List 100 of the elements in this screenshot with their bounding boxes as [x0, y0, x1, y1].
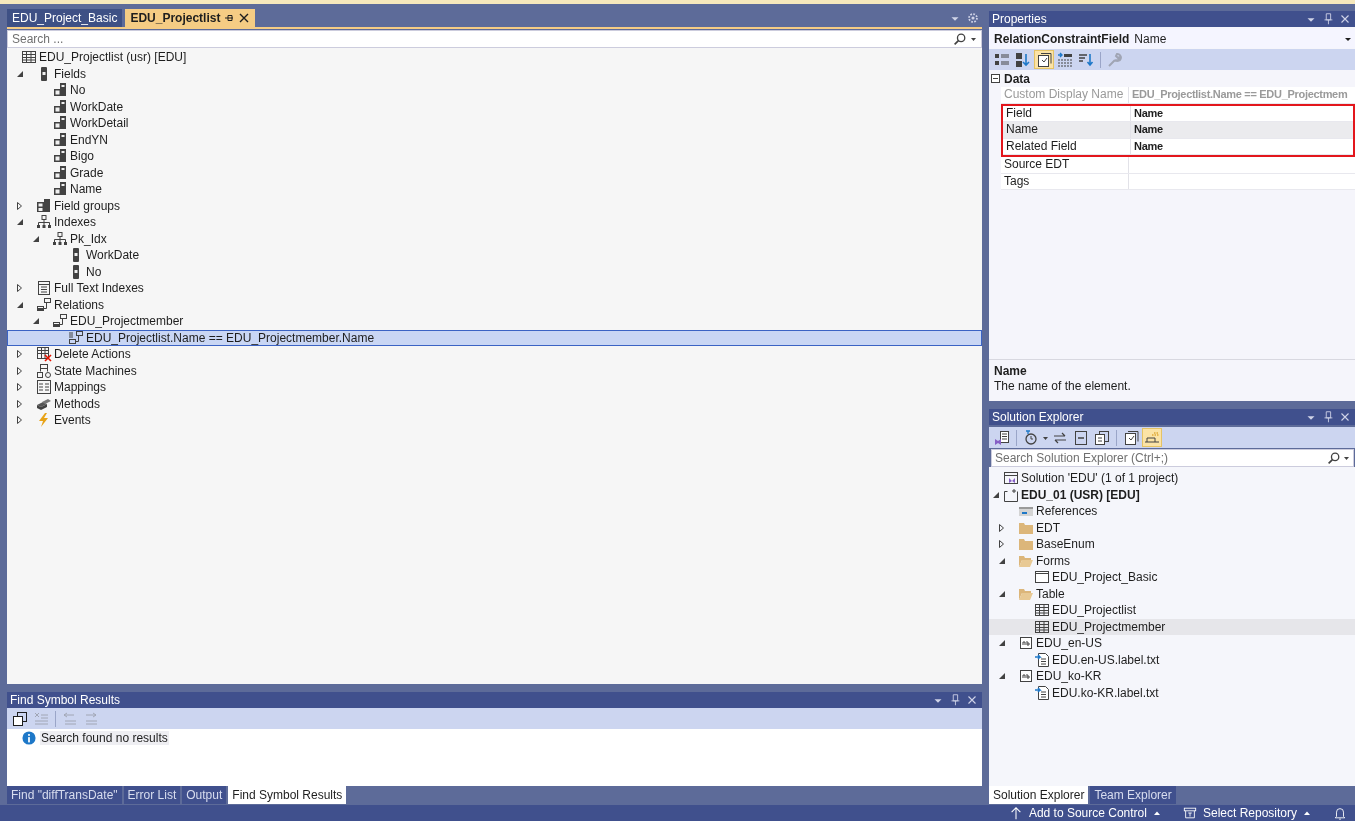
panel-tab[interactable]: Find "diffTransDate"	[7, 786, 122, 804]
panel-tab[interactable]: Team Explorer	[1090, 786, 1176, 804]
tree-item[interactable]: EDU_Projectmember	[989, 618, 1355, 635]
tree-item[interactable]: Methods	[7, 395, 982, 412]
table-icon	[1034, 618, 1050, 635]
search-input[interactable]: Search ...	[12, 32, 949, 46]
tree-item[interactable]: Fields	[7, 65, 982, 82]
tree-item[interactable]: Forms	[989, 552, 1355, 569]
tree-item[interactable]: EDU_en-US	[989, 635, 1355, 652]
tree-item[interactable]: No	[7, 82, 982, 99]
property-value[interactable]: Name	[1131, 122, 1353, 138]
search-field[interactable]: Search ...	[7, 30, 982, 48]
expander-icon[interactable]	[997, 522, 1006, 533]
pin-icon[interactable]	[224, 12, 235, 24]
tree-item[interactable]: EDU.en-US.label.txt	[989, 651, 1355, 668]
expander-icon[interactable]	[15, 283, 24, 294]
tree-item[interactable]: Indexes	[7, 214, 982, 231]
description-title: Name	[994, 364, 1028, 379]
tree-item[interactable]: Full Text Indexes	[7, 280, 982, 297]
document-tab[interactable]: EDU_Projectlist	[125, 9, 256, 27]
tree-item[interactable]: Solution 'EDU' (1 of 1 project)	[989, 470, 1355, 487]
search-icon[interactable]	[1327, 451, 1340, 465]
tree-item[interactable]: EDU_Projectlist.Name == EDU_Projectmember.Name	[7, 329, 982, 346]
expander-icon[interactable]	[31, 316, 40, 327]
expander-icon[interactable]	[15, 398, 24, 409]
property-name: Field	[1003, 105, 1131, 121]
tree-item[interactable]: References	[989, 503, 1355, 520]
tree-item[interactable]: Table	[989, 585, 1355, 602]
field-icon	[52, 82, 68, 99]
expander-icon[interactable]	[15, 200, 24, 211]
expander-icon[interactable]	[15, 217, 24, 228]
tree-item[interactable]: WorkDate	[7, 247, 982, 264]
toolbar-button[interactable]	[1034, 50, 1054, 69]
tree-item[interactable]: EDU.ko-KR.label.txt	[989, 684, 1355, 701]
tree-item[interactable]: Grade	[7, 164, 982, 181]
tree-item[interactable]: EDT	[989, 519, 1355, 536]
close-icon[interactable]	[238, 12, 251, 24]
tree-item[interactable]: No	[7, 263, 982, 280]
tree-item[interactable]: WorkDate	[7, 98, 982, 115]
property-value[interactable]: Name	[1131, 138, 1353, 154]
tree-item[interactable]: Pk_Idx	[7, 230, 982, 247]
panel-tab[interactable]: Error List	[123, 786, 181, 804]
toolbar-button[interactable]	[1092, 428, 1112, 447]
tree-item[interactable]: EDU_Projectmember	[7, 313, 982, 330]
tree-item[interactable]: EDU_ko-KR	[989, 668, 1355, 685]
document-tab[interactable]: EDU_Project_Basic	[7, 9, 123, 27]
toolbar-button[interactable]	[1055, 50, 1075, 69]
expander-icon[interactable]	[997, 638, 1006, 649]
tree-item[interactable]: EDU_Projectlist	[989, 602, 1355, 619]
tree-item[interactable]: EndYN	[7, 131, 982, 148]
tree-item[interactable]: EDU_01 (USR) [EDU]	[989, 486, 1355, 503]
window-icon	[1034, 569, 1050, 586]
panel-tab[interactable]: Solution Explorer	[989, 786, 1089, 804]
hierarchy-icon	[36, 214, 52, 231]
status-bar-item[interactable]: Add to Source Control	[1008, 806, 1161, 820]
tree-item[interactable]: Relations	[7, 296, 982, 313]
sort-list-icon	[1078, 51, 1094, 68]
expander-icon[interactable]	[15, 415, 24, 426]
tree-item[interactable]: Field groups	[7, 197, 982, 214]
expander-icon[interactable]	[15, 382, 24, 393]
property-value[interactable]: Name	[1131, 105, 1353, 121]
field-icon	[52, 148, 68, 165]
status-bar-item[interactable]: Select Repository	[1182, 806, 1311, 820]
expander-icon[interactable]	[15, 349, 24, 360]
copy-icon	[12, 710, 28, 727]
collapse-icon[interactable]	[991, 74, 1000, 83]
field-icon	[52, 115, 68, 132]
expander-icon[interactable]	[997, 671, 1006, 682]
tree-item[interactable]: Events	[7, 412, 982, 429]
tree-item[interactable]: Mappings	[7, 379, 982, 396]
list-arrow-icon	[1057, 51, 1073, 68]
property-row[interactable]: Name Name	[1003, 122, 1353, 139]
mapping-icon	[36, 379, 52, 396]
relation-icon	[36, 296, 52, 313]
property-row[interactable]: Source EDT	[1001, 157, 1355, 174]
tree-item[interactable]: BaseEnum	[989, 536, 1355, 553]
category-header[interactable]: Data	[1004, 71, 1030, 86]
expander-icon[interactable]	[997, 539, 1006, 550]
search-input[interactable]: Search Solution Explorer (Ctrl+;)	[995, 451, 1324, 465]
property-page-icon	[1123, 429, 1139, 446]
tree-item[interactable]: WorkDetail	[7, 115, 982, 132]
relation-icon	[68, 329, 84, 346]
bell-icon[interactable]	[1333, 806, 1347, 820]
panel-tab[interactable]: Find Symbol Results	[228, 786, 347, 804]
search-icon[interactable]	[953, 32, 966, 46]
panel-tab[interactable]: Output	[182, 786, 227, 804]
toolbar-button[interactable]	[10, 709, 30, 728]
tree-item[interactable]: Delete Actions	[7, 346, 982, 363]
tree-item[interactable]: State Machines	[7, 362, 982, 379]
search-field[interactable]: Search Solution Explorer (Ctrl+;)	[991, 449, 1354, 467]
tree-item[interactable]: EDU_Projectlist (usr) [EDU]	[7, 49, 982, 66]
tree-item[interactable]: Name	[7, 181, 982, 198]
tree-item[interactable]: Bigo	[7, 148, 982, 165]
settings-icon[interactable]	[966, 11, 980, 25]
toolbar-button[interactable]	[1013, 50, 1033, 69]
object-selector[interactable]: RelationConstraintField Name	[989, 29, 1355, 48]
tree-item[interactable]: EDU_Project_Basic	[989, 569, 1355, 586]
expander-icon[interactable]	[15, 365, 24, 376]
property-row[interactable]: Field Name	[1003, 105, 1353, 122]
property-name: Source EDT	[1001, 157, 1129, 173]
